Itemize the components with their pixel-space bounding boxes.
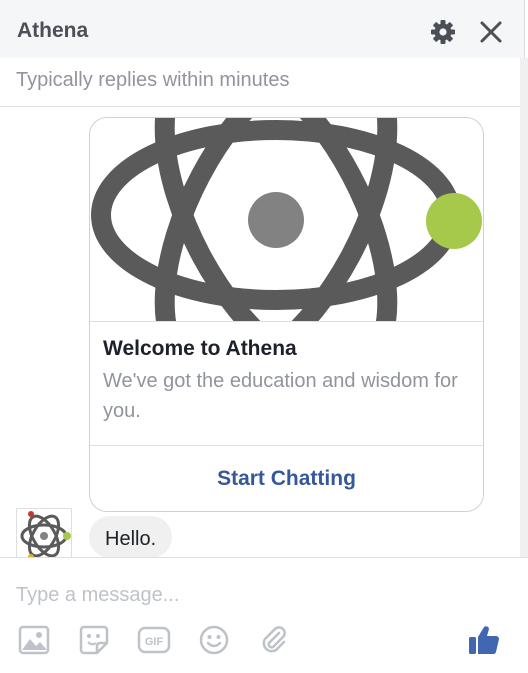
response-time-text: Typically replies within minutes [16,69,290,91]
message-input[interactable] [16,582,496,608]
avatar [16,508,72,560]
start-chatting-button[interactable]: Start Chatting [90,445,483,511]
welcome-card: Welcome to Athena We've got the educatio… [89,117,484,512]
sticker-icon[interactable] [76,622,112,658]
emoji-icon[interactable] [196,622,232,658]
gif-label: GIF [145,636,164,648]
message-bubble: Hello. [89,516,173,558]
close-icon[interactable] [478,19,504,45]
thumbs-up-icon[interactable] [466,622,502,658]
composer: GIF [0,557,528,673]
atom-logo-image [90,118,483,385]
attachment-icon[interactable] [256,622,292,658]
scrollbar[interactable] [520,58,528,558]
gif-icon[interactable]: GIF [136,622,172,658]
status-bar: Typically replies within minutes [0,58,520,107]
gear-icon[interactable] [430,19,456,45]
page-title: Athena [17,19,89,42]
image-icon[interactable] [16,622,52,658]
chat-header: Athena [0,0,525,58]
card-description: We've got the education and wisdom for y… [103,370,458,422]
card-title: Welcome to Athena [103,337,297,360]
